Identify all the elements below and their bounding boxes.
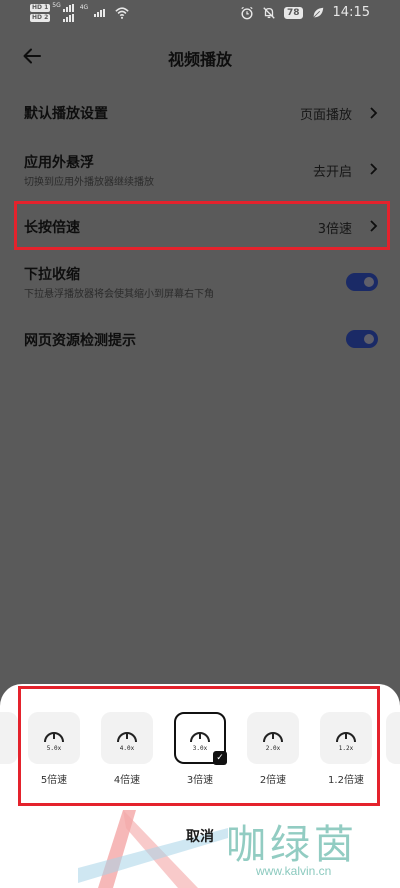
setting-value: 去开启 bbox=[312, 165, 352, 180]
setting-title: 默认播放设置 bbox=[24, 106, 108, 122]
setting-title: 下拉收缩 bbox=[24, 267, 80, 283]
resource-detect-toggle[interactable] bbox=[346, 330, 378, 348]
sim1-network: 5G bbox=[52, 1, 61, 9]
signal-icon bbox=[62, 14, 74, 22]
signal-group: HD 1 5G HD 2 5G 4G bbox=[30, 1, 129, 22]
watermark-logo bbox=[78, 810, 228, 888]
status-icons: 78 14:15 bbox=[240, 5, 370, 20]
setting-title: 应用外悬浮 bbox=[24, 155, 94, 171]
setting-title: 网页资源检测提示 bbox=[24, 333, 136, 349]
chevron-right-icon bbox=[370, 163, 378, 175]
speed-option-partial bbox=[0, 712, 18, 764]
signal-icon bbox=[94, 9, 106, 17]
mute-bell-icon bbox=[263, 6, 275, 19]
sim2-badge: HD 2 bbox=[30, 14, 51, 22]
setting-subtitle: 下拉悬浮播放器将会使其缩小到屏幕右下角 bbox=[24, 289, 214, 300]
leaf-icon bbox=[312, 7, 323, 18]
alarm-icon bbox=[241, 6, 253, 19]
watermark-text: 咖绿茵 bbox=[226, 822, 358, 868]
pull-down-shrink-toggle[interactable] bbox=[346, 273, 378, 291]
highlight-frame bbox=[14, 201, 390, 250]
battery-indicator: 78 bbox=[284, 6, 303, 19]
setting-pull-down-shrink: 下拉收缩 下拉悬浮播放器将会使其缩小到屏幕右下角 bbox=[0, 262, 400, 304]
setting-default-playback[interactable]: 默认播放设置 页面播放 bbox=[0, 96, 400, 130]
setting-resource-detect: 网页资源检测提示 bbox=[0, 324, 400, 354]
setting-subtitle: 切换到应用外播放器继续播放 bbox=[24, 177, 154, 188]
sim1-badge: HD 1 bbox=[30, 4, 51, 12]
clock: 14:15 bbox=[332, 5, 370, 20]
wifi-icon bbox=[115, 7, 129, 19]
setting-floating-outside[interactable]: 应用外悬浮 切换到应用外播放器继续播放 去开启 bbox=[0, 148, 400, 190]
app-header: 视频播放 bbox=[0, 40, 400, 72]
highlight-frame bbox=[18, 686, 380, 806]
status-bar: HD 1 5G HD 2 5G 4G bbox=[0, 0, 400, 28]
chevron-right-icon bbox=[370, 107, 378, 119]
speed-option-partial bbox=[386, 712, 400, 764]
watermark-url: www.kalvin.cn bbox=[256, 864, 332, 878]
page-title: 视频播放 bbox=[167, 50, 232, 69]
signal-icon bbox=[62, 4, 74, 12]
sim2-network: 4G bbox=[79, 3, 89, 11]
setting-value: 页面播放 bbox=[299, 108, 352, 123]
